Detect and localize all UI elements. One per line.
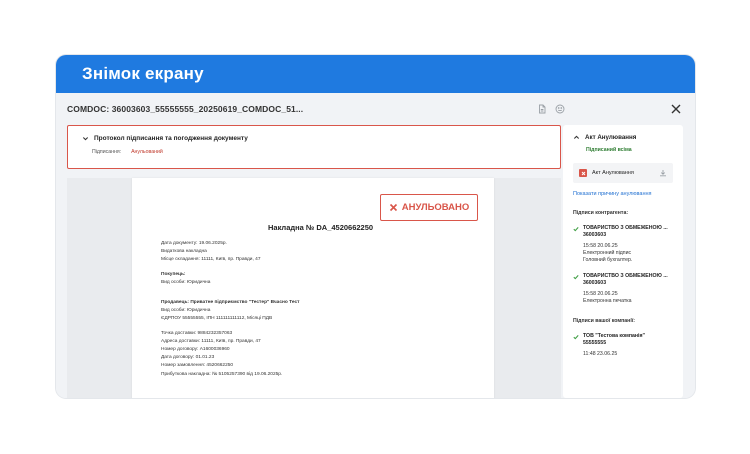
chevron-up-icon — [573, 135, 580, 139]
signer-name: ТОВАРИСТВО З ОБМЕЖЕНОЮ ... — [583, 225, 668, 231]
contract-date: Дата договору: 01.01.23 — [161, 355, 215, 361]
signer-name: ТОВАРИСТВО З ОБМЕЖЕНОЮ ... — [583, 273, 668, 279]
act-attachment[interactable]: Акт Анулювання — [573, 163, 673, 183]
check-icon — [573, 227, 579, 232]
receipt-invoice: Прибуткова накладна: № 5105257390 від 19… — [161, 371, 283, 377]
document-preview-area: АНУЛЬОВАНО Накладна № DA_4520662250 Дата… — [67, 178, 561, 398]
signer-method: Електронний підпис — [583, 250, 632, 256]
act-title: Акт Анулювання — [585, 134, 637, 141]
invoice-date: Дата документу: 19.06.2025р. — [161, 241, 227, 246]
document-title: COMDOC: 36003603_55555555_20250619_COMDO… — [67, 104, 304, 114]
counterparty-signatures-label: Підписи контрагента: — [573, 210, 629, 216]
signer-code: 36003603 — [583, 280, 607, 286]
document-page: АНУЛЬОВАНО Накладна № DA_4520662250 Дата… — [132, 178, 494, 398]
buyer-label: Покупець: — [161, 271, 186, 277]
signer-name: ТОВ "Тестова компанія" — [583, 333, 645, 339]
check-icon — [573, 335, 579, 340]
check-icon — [573, 275, 579, 280]
protocol-header-label: Протокол підписання та погодження докуме… — [94, 135, 248, 142]
annulled-stamp: АНУЛЬОВАНО — [380, 194, 478, 221]
company-signer: ТОВ "Тестова компанія" 55555555 11:48 23… — [573, 333, 683, 358]
seller-label: Продавець: Приватне підприємство "Тестер… — [161, 300, 300, 306]
document-viewer: COMDOC: 36003603_55555555_20250619_COMDO… — [56, 93, 695, 398]
act-status: Підписаний всіма — [586, 147, 632, 153]
titlebar-actions — [537, 104, 565, 114]
protocol-status-row: Підписання: Анульований — [82, 149, 550, 155]
signer-code: 36003603 — [583, 232, 607, 238]
delivery-address: Адреса доставки: 11111, Київ, пр. Правди… — [161, 338, 261, 344]
viewer-titlebar: COMDOC: 36003603_55555555_20250619_COMDO… — [56, 93, 695, 125]
invoice-type: Видаткова накладна — [161, 249, 207, 255]
invoice-title: Накладна № DA_4520662250 — [268, 223, 374, 232]
annul-file-icon — [579, 169, 587, 177]
smiley-icon[interactable] — [555, 104, 565, 114]
invoice-details: Дата документу: 19.06.2025р. Видаткова н… — [161, 240, 484, 379]
signer-method: Електронна печатка — [583, 298, 632, 304]
attachment-label: Акт Анулювання — [592, 170, 634, 176]
order-number: Номер замовлення: 4520662250 — [161, 363, 234, 369]
seller-codes: ЄДРПОУ 55555555, ІПН 111111111112, Місяц… — [161, 316, 273, 322]
signer-time: 15:58 20.06.25 — [583, 291, 618, 297]
counterparty-signer: ТОВАРИСТВО З ОБМЕЖЕНОЮ ... 36003603 15:5… — [573, 225, 683, 264]
seller-type: Вид особи: Юридична — [161, 308, 211, 314]
download-icon[interactable] — [659, 169, 667, 177]
signing-protocol-panel[interactable]: Протокол підписання та погодження докуме… — [67, 125, 561, 169]
company-signatures-label: Підписи вашої компанії: — [573, 318, 635, 324]
file-icon[interactable] — [537, 104, 547, 114]
show-reason-link[interactable]: Показати причину анулювання — [573, 191, 683, 197]
chevron-down-icon — [82, 137, 89, 141]
cross-icon — [389, 203, 397, 212]
screenshot-frame: Знімок екрану COMDOC: 36003603_55555555_… — [56, 55, 695, 398]
protocol-status-value: Анульований — [131, 149, 163, 155]
signatures-sidebar: Акт Анулювання Підписаний всіма Акт Анул… — [563, 125, 683, 398]
act-header[interactable]: Акт Анулювання — [573, 134, 683, 141]
main-column: Протокол підписання та погодження докуме… — [67, 125, 561, 398]
invoice-place: Місце складання: 11111, Київ, пр. Правди… — [161, 257, 261, 263]
contract-number: Номер договору: А1600036960 — [161, 347, 230, 353]
annulled-stamp-label: АНУЛЬОВАНО — [401, 202, 470, 213]
signer-code: 55555555 — [583, 340, 607, 346]
banner-title: Знімок екрану — [56, 55, 695, 93]
protocol-status-label: Підписання: — [92, 149, 122, 155]
close-icon[interactable] — [669, 102, 683, 116]
protocol-header[interactable]: Протокол підписання та погодження докуме… — [82, 135, 550, 142]
counterparty-signer: ТОВАРИСТВО З ОБМЕЖЕНОЮ ... 36003603 15:5… — [573, 273, 683, 305]
signer-time: 11:48 23.06.25 — [583, 351, 618, 357]
buyer-type: Вид особи: Юридична — [161, 279, 211, 285]
signer-role: Головний бухгалтер. — [583, 257, 633, 263]
signer-time: 15:58 20.06.25 — [583, 243, 618, 249]
delivery-point: Точка доставки: 9884232357063 — [161, 330, 233, 336]
